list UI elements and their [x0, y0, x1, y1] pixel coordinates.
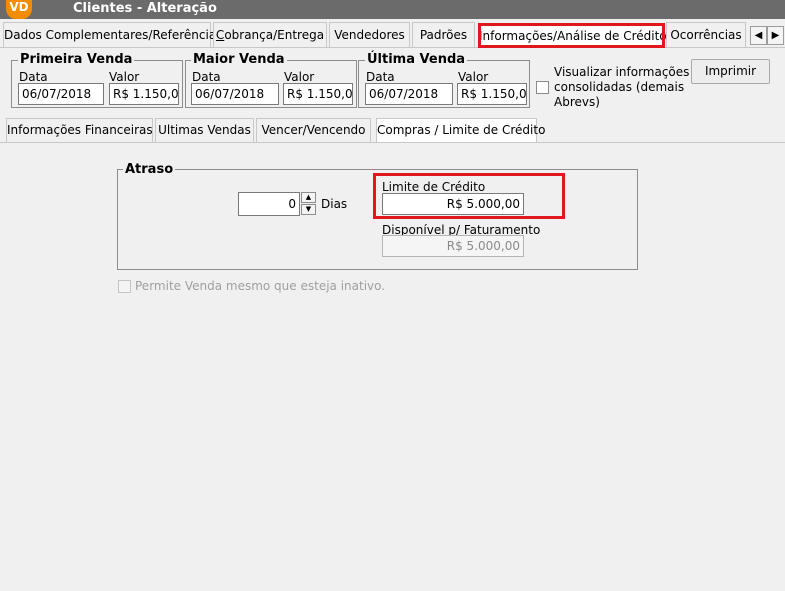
group-primeira-venda-title: Primeira Venda: [18, 52, 135, 67]
app-logo: VD: [6, 0, 32, 19]
subtab-ultimas-vendas[interactable]: Ultimas Vendas: [155, 118, 254, 142]
arrow-left-icon: ◀: [754, 30, 763, 41]
tab-informacoes-analise-credito[interactable]: Informações/Análise de Crédito: [478, 23, 667, 48]
tab-dados-complementares[interactable]: Dados Complementares/Referências: [3, 22, 222, 47]
maior-venda-data-label: Data: [192, 70, 221, 84]
primeira-venda-valor-label: Valor: [109, 70, 140, 84]
print-button[interactable]: Imprimir: [691, 59, 770, 84]
limite-credito-label: Limite de Crédito: [382, 180, 486, 194]
ultima-venda-valor-label: Valor: [458, 70, 489, 84]
group-atraso-title: Atraso: [123, 162, 176, 177]
maior-venda-valor-label: Valor: [284, 70, 315, 84]
group-atraso: [117, 169, 638, 270]
atraso-spin-down-button[interactable]: ▼: [301, 204, 316, 215]
subtab-compras-limite-credito[interactable]: Compras / Limite de Crédito: [376, 118, 545, 142]
primeira-venda-data-label: Data: [19, 70, 48, 84]
limite-credito-field[interactable]: R$ 5.000,00: [382, 193, 524, 215]
group-maior-venda-title: Maior Venda: [191, 52, 287, 67]
atraso-days-label: Dias: [321, 197, 348, 211]
tab-cobranca-entrega[interactable]: Cobrança/Entrega: [213, 22, 327, 47]
subtab-informacoes-financeiras[interactable]: Informações Financeiras: [6, 118, 153, 142]
window-title: Clientes - Alteração: [73, 1, 217, 16]
tab-ocorrencias[interactable]: Ocorrências: [666, 22, 746, 47]
maior-venda-data-field[interactable]: 06/07/2018: [191, 83, 279, 105]
atraso-spin-up-button[interactable]: ▲: [301, 192, 316, 203]
ultima-venda-valor-field[interactable]: R$ 1.150,00: [457, 83, 527, 105]
spin-up-icon: ▲: [305, 193, 312, 201]
maior-venda-valor-field[interactable]: R$ 1.150,00: [283, 83, 353, 105]
group-ultima-venda-title: Última Venda: [365, 52, 468, 67]
permite-venda-inativo-checkbox: [118, 280, 131, 293]
disponivel-faturamento-field: R$ 5.000,00: [382, 235, 524, 257]
atraso-days-input[interactable]: 0: [238, 192, 300, 216]
spin-down-icon: ▼: [305, 205, 312, 213]
subtab-vencer-vencendo[interactable]: Vencer/Vencendo: [256, 118, 371, 142]
tab-padroes[interactable]: Padrões: [412, 22, 475, 47]
consolidated-info-label: Visualizar informações consolidadas (dem…: [554, 65, 690, 109]
tab-scroll-right-button[interactable]: ▶: [767, 26, 784, 45]
ultima-venda-data-label: Data: [366, 70, 395, 84]
tab-strip-border: [0, 47, 785, 48]
primeira-venda-valor-field[interactable]: R$ 1.150,00: [109, 83, 179, 105]
ultima-venda-data-field[interactable]: 06/07/2018: [365, 83, 453, 105]
consolidated-info-checkbox[interactable]: [536, 81, 549, 94]
primeira-venda-data-field[interactable]: 06/07/2018: [18, 83, 104, 105]
arrow-right-icon: ▶: [771, 30, 780, 41]
subtab-strip-border: [0, 142, 785, 143]
permite-venda-inativo-label: Permite Venda mesmo que esteja inativo.: [135, 279, 386, 293]
tab-scroll-left-button[interactable]: ◀: [750, 26, 767, 45]
tab-vendedores[interactable]: Vendedores: [329, 22, 410, 47]
